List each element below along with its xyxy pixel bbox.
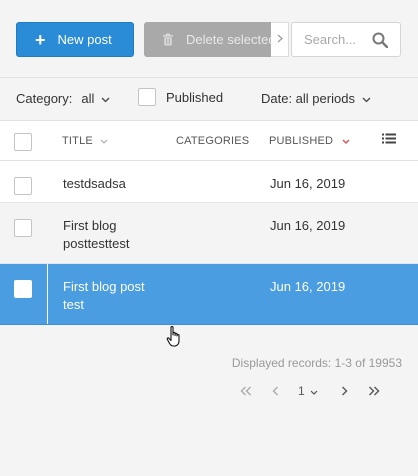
post-title[interactable]: First blog post test (63, 278, 163, 314)
new-post-label: New post (57, 32, 112, 47)
table-row[interactable]: First blog posttesttest Jun 16, 2019 (0, 203, 418, 264)
row-checkbox[interactable] (14, 219, 32, 237)
column-header-categories[interactable]: CATEGORIES (176, 135, 249, 147)
published-checkbox[interactable] (138, 88, 156, 106)
row-divider (47, 264, 48, 324)
pagination: 1 (238, 384, 388, 403)
search-box (291, 22, 401, 57)
date-filter[interactable]: Date: all periods (261, 91, 371, 106)
current-page: 1 (298, 384, 305, 398)
plus-icon: + (35, 29, 46, 50)
chevron-right-icon (277, 34, 283, 46)
post-title[interactable]: First blog posttesttest (63, 217, 163, 253)
last-page-button[interactable] (368, 385, 380, 399)
chevron-down-icon (101, 91, 110, 106)
filter-bar: Category: all Published Date: all period… (0, 78, 418, 120)
page-select[interactable]: 1 (298, 384, 318, 398)
column-header-published[interactable]: PUBLISHED (269, 135, 350, 147)
toolbar-more-button[interactable] (271, 22, 289, 57)
chevron-down-icon (100, 135, 108, 147)
posts-table: TITLE CATEGORIES PUBLISHED testdsadsa Ju… (0, 120, 418, 325)
double-chevron-right-icon (368, 385, 380, 399)
column-categories-label: CATEGORIES (176, 135, 250, 147)
chevron-down-icon (310, 384, 318, 398)
trash-icon (162, 33, 174, 46)
search-icon[interactable] (372, 32, 389, 51)
column-published-label: PUBLISHED (269, 135, 334, 147)
post-title[interactable]: testdsadsa (63, 175, 163, 193)
row-checkbox[interactable] (14, 280, 32, 298)
date-filter-label: Date: all periods (261, 91, 355, 106)
next-page-button[interactable] (341, 385, 348, 399)
delete-selected-button[interactable]: Delete selected (144, 22, 271, 57)
post-published-date: Jun 16, 2019 (270, 218, 346, 233)
search-input[interactable] (304, 32, 372, 47)
post-published-date: Jun 16, 2019 (270, 279, 346, 294)
toolbar: + New post Delete selected (0, 0, 418, 78)
chevron-down-icon (362, 91, 371, 106)
table-row[interactable]: testdsadsa Jun 16, 2019 (0, 161, 418, 203)
new-post-button[interactable]: + New post (16, 22, 134, 57)
column-header-title[interactable]: TITLE (62, 135, 108, 147)
records-count: Displayed records: 1-3 of 19953 (231, 356, 402, 370)
published-filter-label: Published (166, 89, 224, 105)
double-chevron-left-icon (240, 385, 252, 399)
list-menu-icon (382, 133, 396, 147)
previous-page-button[interactable] (272, 385, 279, 399)
row-checkbox[interactable] (14, 177, 32, 195)
chevron-right-icon (341, 385, 348, 399)
hand-cursor-icon (166, 325, 182, 352)
table-header: TITLE CATEGORIES PUBLISHED (0, 120, 418, 161)
category-filter-label: Category: (16, 91, 73, 106)
sort-desc-icon (342, 135, 350, 147)
published-filter[interactable]: Published (138, 88, 223, 106)
chevron-left-icon (272, 385, 279, 399)
select-all-checkbox[interactable] (14, 133, 32, 151)
post-published-date: Jun 16, 2019 (270, 176, 346, 191)
table-row-selected[interactable]: First blog post test Jun 16, 2019 (0, 264, 418, 325)
column-title-label: TITLE (62, 135, 93, 147)
first-page-button[interactable] (240, 385, 252, 399)
column-settings-button[interactable] (382, 133, 396, 147)
delete-selected-label: Delete selected (186, 32, 271, 47)
category-filter[interactable]: Category: all (16, 91, 110, 106)
category-filter-value: all (81, 91, 95, 106)
